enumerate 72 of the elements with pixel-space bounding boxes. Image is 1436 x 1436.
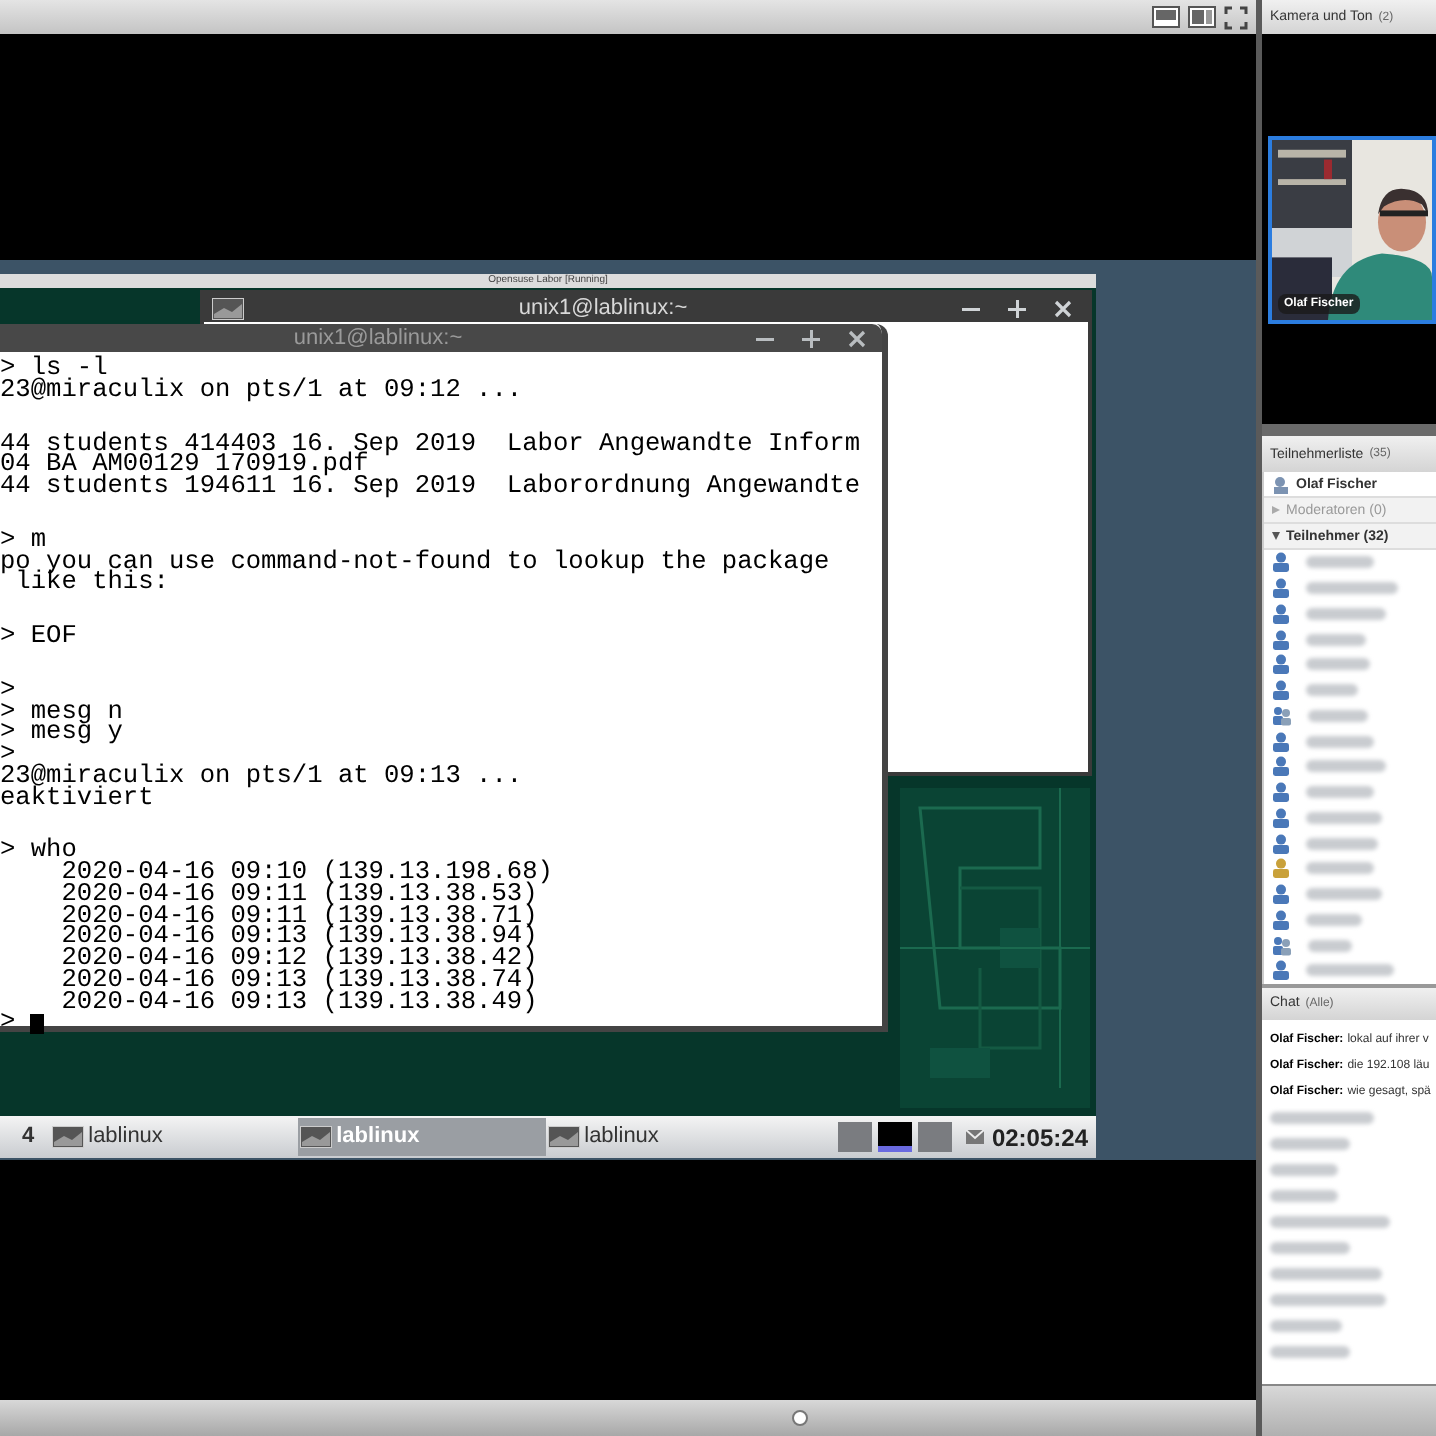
blurred-name xyxy=(1306,735,1374,748)
terminal-line: 2020-04-16 09:13 (139.13.38.49) xyxy=(59,991,538,1013)
blurred-name xyxy=(1308,709,1368,722)
blurred-name xyxy=(1306,684,1358,697)
presenter-icon xyxy=(1272,475,1290,493)
mail-icon[interactable] xyxy=(965,1130,984,1144)
blurred-message xyxy=(1270,1138,1350,1151)
blurred-message xyxy=(1270,1346,1350,1359)
close-icon[interactable] xyxy=(848,329,866,347)
blurred-name xyxy=(1306,658,1370,671)
blurred-name xyxy=(1306,913,1362,926)
terminal-line: > m xyxy=(0,529,47,551)
workspace-pager[interactable] xyxy=(877,1122,912,1152)
close-icon[interactable] xyxy=(1054,299,1072,317)
blurred-message xyxy=(1270,1112,1374,1125)
blurred-name xyxy=(1308,939,1352,952)
workspace-number: 4 xyxy=(20,1122,37,1153)
terminal-line: 2020-04-16 09:13 (139.13.38.74) xyxy=(59,969,538,991)
taskbar-task[interactable]: lablinux xyxy=(546,1118,795,1156)
terminal-line: > who xyxy=(0,840,77,862)
blurred-name xyxy=(1306,811,1382,824)
blurred-name xyxy=(1306,607,1386,620)
terminal-line: 04 BA AM00129 170919.pdf xyxy=(0,454,369,476)
taskbar-task[interactable]: lablinux xyxy=(50,1118,299,1156)
terminal-line: 44 students 194611 16. Sep 2019 Laborordnung Angewandte xyxy=(0,476,861,498)
blurred-message xyxy=(1270,1268,1382,1281)
terminal-line: like this: xyxy=(15,572,169,594)
terminal-line: > xyxy=(0,679,16,701)
scroll-thumb[interactable] xyxy=(792,1410,808,1426)
blurred-name xyxy=(1306,964,1394,977)
blurred-name xyxy=(1306,556,1374,569)
terminal-line: > xyxy=(0,744,16,766)
window-title: unix1@lablinux:~ xyxy=(291,327,465,349)
terminal-icon xyxy=(52,1126,85,1148)
blurred-name xyxy=(1306,582,1398,595)
blurred-name xyxy=(1306,862,1374,875)
clock: 02:05:24 xyxy=(989,1121,1090,1155)
blurred-message xyxy=(1270,1320,1342,1333)
blurred-name xyxy=(1306,837,1378,850)
terminal-line: 2020-04-16 09:10 (139.13.198.68) xyxy=(61,862,553,884)
scroll-bar[interactable] xyxy=(0,1400,1256,1436)
blurred-name xyxy=(1306,786,1374,799)
blurred-message xyxy=(1270,1294,1386,1307)
terminal-line: > mesg y xyxy=(0,722,123,744)
expanded-icon[interactable] xyxy=(1272,532,1280,540)
blurred-name xyxy=(1306,760,1386,773)
blurred-message xyxy=(1270,1242,1350,1255)
terminal-line: 2020-04-16 09:13 (139.13.38.94) xyxy=(59,926,538,948)
terminal-line: 2020-04-16 09:11 (139.13.38.71) xyxy=(59,905,538,927)
terminal-line: 23@miraculix on pts/1 at 09:13 ... xyxy=(0,765,523,787)
terminal-icon xyxy=(300,1126,333,1148)
blurred-message xyxy=(1270,1164,1338,1177)
terminal-line: > xyxy=(0,1012,18,1034)
terminal-icon xyxy=(548,1126,581,1148)
blurred-message xyxy=(1270,1190,1338,1203)
terminal-icon xyxy=(212,297,244,319)
layout-icon[interactable] xyxy=(1152,6,1180,28)
blurred-name xyxy=(1306,888,1382,901)
terminal-line: eaktiviert xyxy=(0,787,154,809)
terminal-line: > ls -l xyxy=(0,358,108,380)
terminal-line: > EOF xyxy=(0,626,77,648)
blurred-message xyxy=(1270,1216,1390,1229)
terminal-line: 2020-04-16 09:12 (139.13.38.42) xyxy=(59,948,538,970)
maximize-icon[interactable] xyxy=(802,329,820,347)
layout-icon[interactable] xyxy=(1188,6,1216,28)
terminal-line: 23@miraculix on pts/1 at 09:12 ... xyxy=(0,379,523,401)
fullscreen-icon[interactable] xyxy=(1224,5,1248,29)
terminal-line: > mesg n xyxy=(0,701,123,723)
maximize-icon[interactable] xyxy=(1008,299,1026,317)
window-title: unix1@lablinux:~ xyxy=(516,297,690,319)
blurred-name xyxy=(1306,633,1366,646)
terminal-line: 2020-04-16 09:11 (139.13.38.53) xyxy=(59,883,538,905)
